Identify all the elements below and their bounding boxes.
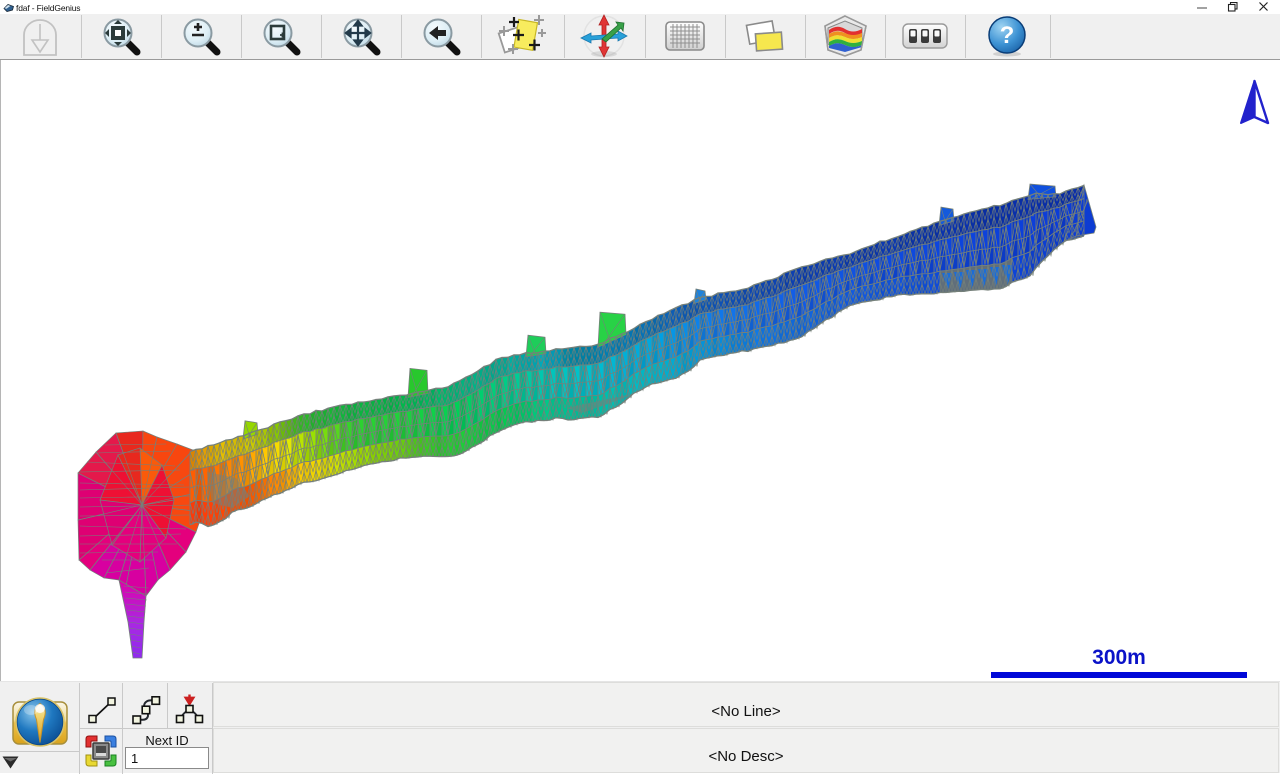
svg-text:?: ? <box>1000 22 1015 49</box>
